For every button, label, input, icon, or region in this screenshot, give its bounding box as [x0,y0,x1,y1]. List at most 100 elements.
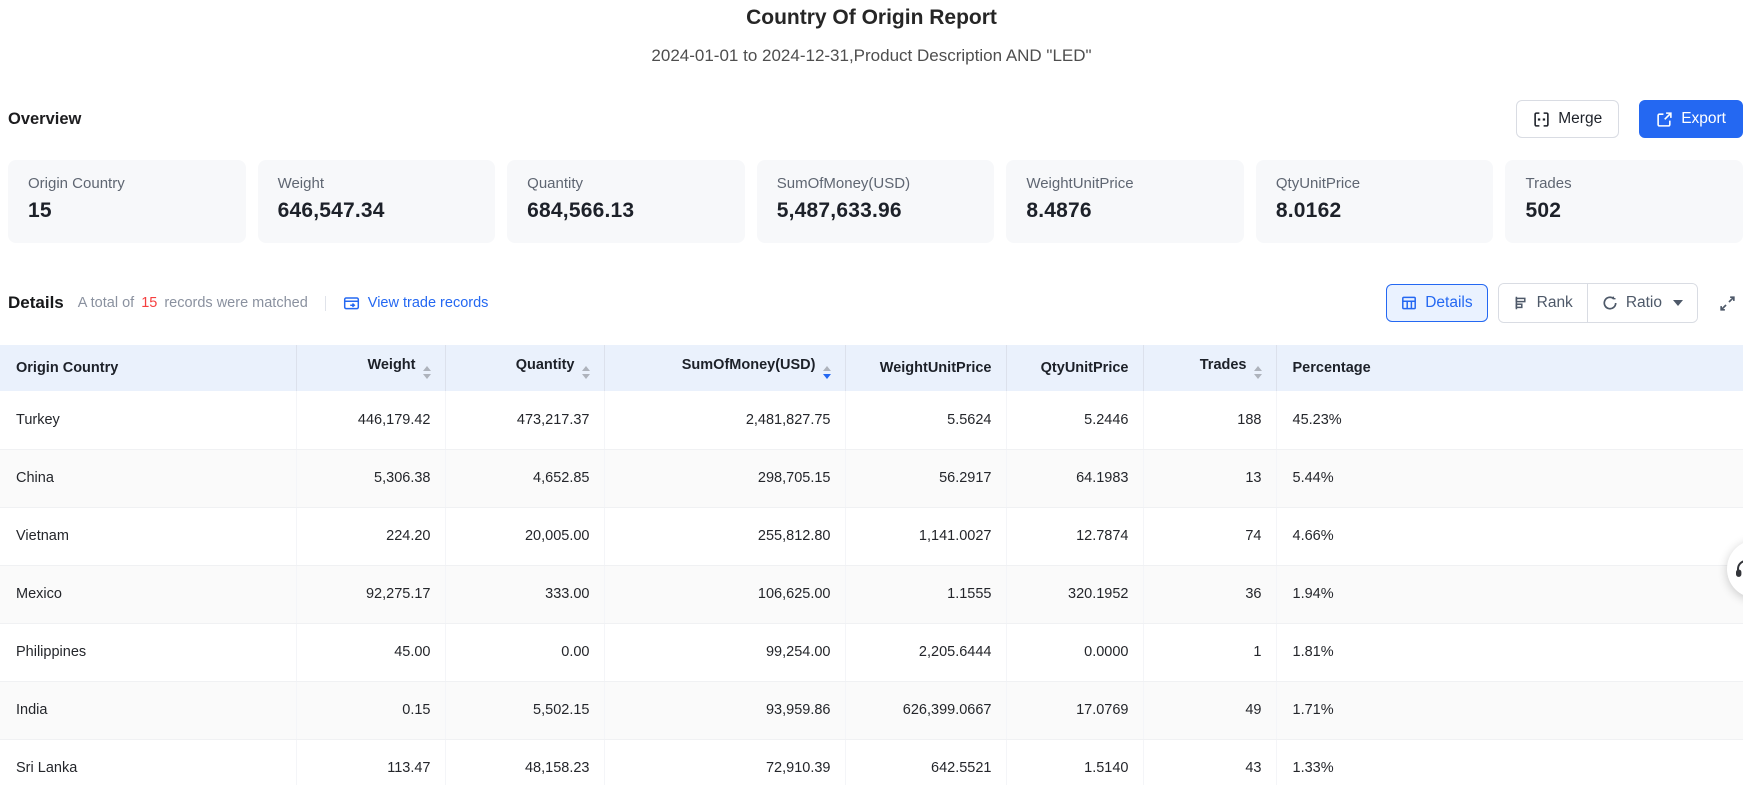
cell-qup: 17.0769 [1006,681,1143,739]
table-header-row: Origin Country Weight Quantity SumOfMoney(U… [0,345,1743,391]
cell-qup: 64.1983 [1006,449,1143,507]
column-header-sum[interactable]: SumOfMoney(USD) [604,345,845,391]
column-label: Origin Country [16,360,118,376]
cell-weight: 45.00 [296,623,445,681]
cell-pct: 1.81% [1276,623,1743,681]
page-subtitle: 2024-01-01 to 2024-12-31,Product Descrip… [0,46,1743,66]
merge-icon [1533,111,1550,128]
export-button-label: Export [1681,110,1726,128]
table-row: Turkey446,179.42473,217.372,481,827.755.… [0,391,1743,449]
cell-qup: 5.2446 [1006,391,1143,449]
table-row: Philippines45.000.0099,254.002,205.64440… [0,623,1743,681]
table-grid-icon [1401,295,1417,311]
export-icon [1656,111,1673,128]
column-header-wup: WeightUnitPrice [845,345,1006,391]
cell-sum: 255,812.80 [604,507,845,565]
page-title: Country Of Origin Report [0,6,1743,30]
overview-cards: Origin Country 15 Weight 646,547.34 Quan… [0,160,1743,243]
details-toolbar: Details A total of 15 records were match… [0,283,1743,323]
export-button[interactable]: Export [1639,100,1743,138]
column-label: Percentage [1293,360,1371,376]
fullscreen-button[interactable] [1718,294,1737,313]
cell-wup: 1,141.0027 [845,507,1006,565]
table-row: India0.155,502.1593,959.86626,399.066717… [0,681,1743,739]
cell-country: Vietnam [0,507,296,565]
match-summary: A total of 15 records were matched [78,295,308,311]
tab-ratio-label: Ratio [1626,294,1662,312]
cell-qup: 320.1952 [1006,565,1143,623]
ratio-pie-icon [1602,295,1618,311]
cell-qup: 0.0000 [1006,623,1143,681]
stat-value: 15 [28,199,226,223]
cell-weight: 224.20 [296,507,445,565]
column-header-country: Origin Country [0,345,296,391]
stat-label: Quantity [527,175,725,192]
view-mode-group: Rank Ratio [1498,283,1698,323]
cell-pct: 45.23% [1276,391,1743,449]
stat-value: 502 [1525,199,1723,223]
column-header-quantity[interactable]: Quantity [445,345,604,391]
cell-sum: 93,959.86 [604,681,845,739]
cell-weight: 0.15 [296,681,445,739]
column-label: Quantity [516,357,575,373]
view-trade-records-label: View trade records [368,295,489,311]
table-row: Mexico92,275.17333.00106,625.001.1555320… [0,565,1743,623]
cell-pct: 1.71% [1276,681,1743,739]
summary-suffix: records were matched [164,295,307,311]
sort-icon [582,366,590,379]
cell-qup: 1.5140 [1006,739,1143,785]
column-label: Weight [367,357,415,373]
cell-sum: 298,705.15 [604,449,845,507]
stat-value: 5,487,633.96 [777,199,975,223]
cell-sum: 106,625.00 [604,565,845,623]
stat-value: 8.4876 [1026,199,1224,223]
view-trade-records-link[interactable]: View trade records [343,295,489,312]
table-row: Vietnam224.2020,005.00255,812.801,141.00… [0,507,1743,565]
trade-records-icon [343,295,360,312]
rank-chart-icon [1513,295,1529,311]
column-header-pct: Percentage [1276,345,1743,391]
cell-sum: 99,254.00 [604,623,845,681]
merge-button[interactable]: Merge [1516,100,1619,138]
stat-label: WeightUnitPrice [1026,175,1224,192]
cell-country: China [0,449,296,507]
stat-card-weight-unit-price: WeightUnitPrice 8.4876 [1006,160,1244,243]
overview-heading: Overview [8,110,81,129]
tab-ratio[interactable]: Ratio [1587,284,1697,322]
stat-card-sum-of-money: SumOfMoney(USD) 5,487,633.96 [757,160,995,243]
cell-trades: 49 [1143,681,1276,739]
sort-icon [1254,366,1262,379]
cell-weight: 92,275.17 [296,565,445,623]
cell-country: Philippines [0,623,296,681]
stat-label: QtyUnitPrice [1276,175,1474,192]
column-header-trades[interactable]: Trades [1143,345,1276,391]
fullscreen-expand-icon [1718,294,1737,313]
origin-country-table: Origin Country Weight Quantity SumOfMoney(U… [0,345,1743,785]
cell-quantity: 0.00 [445,623,604,681]
tab-details-label: Details [1425,294,1472,312]
cell-weight: 5,306.38 [296,449,445,507]
stat-label: Weight [278,175,476,192]
chevron-down-icon [1673,300,1683,306]
cell-wup: 1.1555 [845,565,1006,623]
cell-trades: 1 [1143,623,1276,681]
stat-label: SumOfMoney(USD) [777,175,975,192]
column-header-qup: QtyUnitPrice [1006,345,1143,391]
column-label: SumOfMoney(USD) [682,357,816,373]
matched-count: 15 [134,295,164,311]
column-header-weight[interactable]: Weight [296,345,445,391]
cell-pct: 1.94% [1276,565,1743,623]
tab-details[interactable]: Details [1386,284,1487,322]
stat-card-weight: Weight 646,547.34 [258,160,496,243]
cell-qup: 12.7874 [1006,507,1143,565]
tab-rank[interactable]: Rank [1499,284,1587,322]
vertical-divider [325,296,326,311]
cell-quantity: 333.00 [445,565,604,623]
merge-button-label: Merge [1558,110,1602,128]
stat-card-trades: Trades 502 [1505,160,1743,243]
cell-trades: 43 [1143,739,1276,785]
cell-quantity: 4,652.85 [445,449,604,507]
details-heading: Details [8,293,64,313]
table-body: Turkey446,179.42473,217.372,481,827.755.… [0,391,1743,785]
stat-value: 684,566.13 [527,199,725,223]
